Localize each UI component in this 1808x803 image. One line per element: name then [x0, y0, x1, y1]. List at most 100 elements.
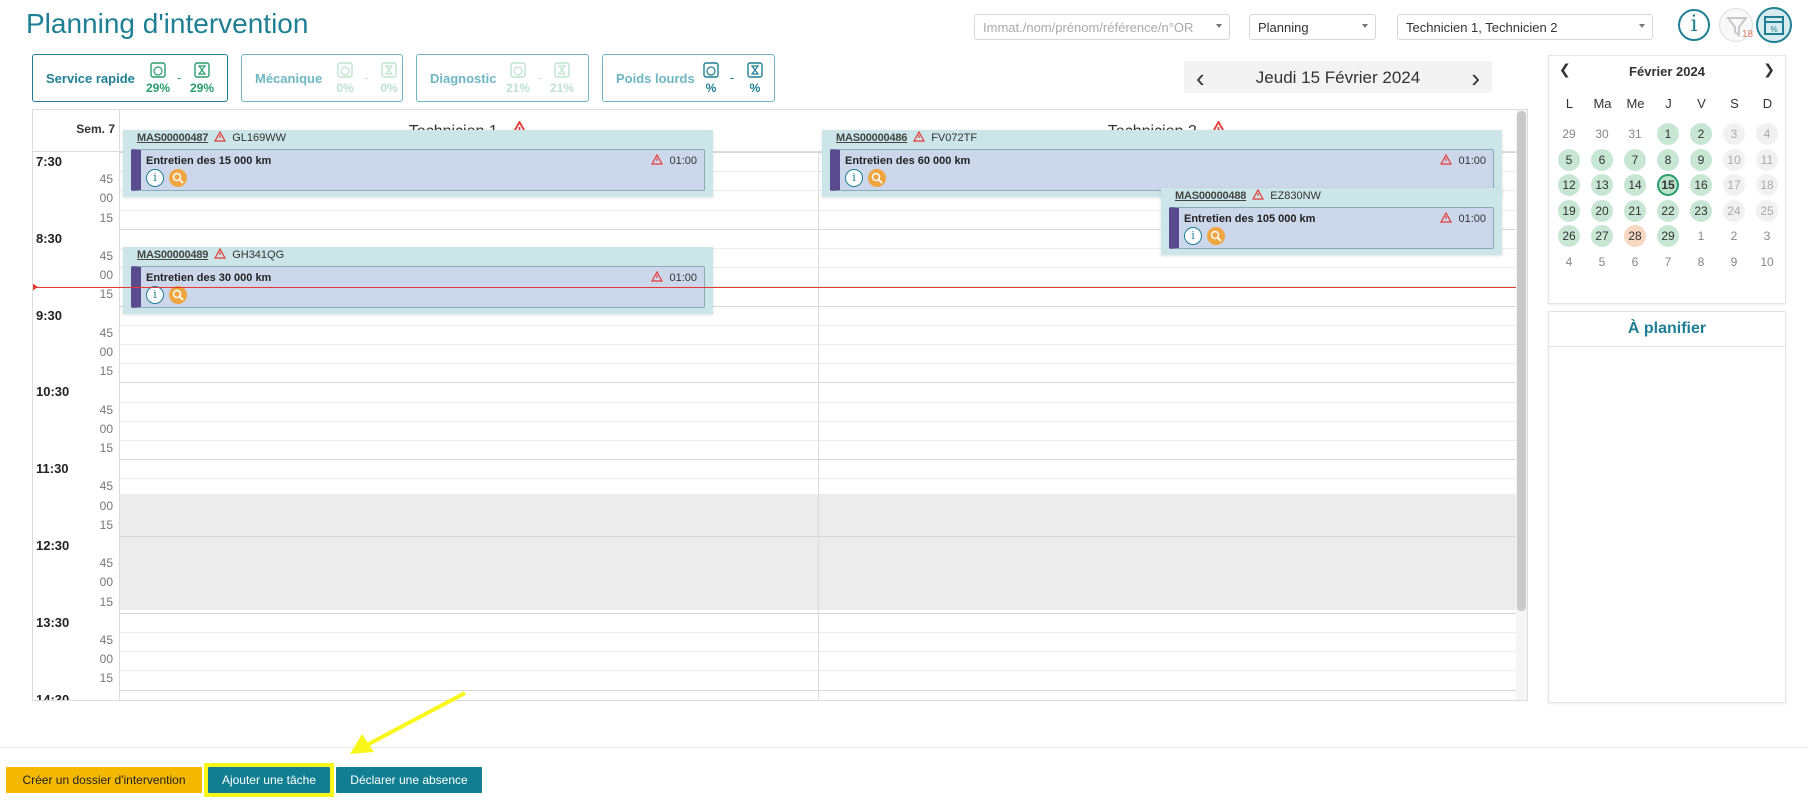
calendar-day[interactable]: 18 — [1756, 174, 1778, 196]
calendar-day[interactable]: 8 — [1657, 148, 1679, 171]
calendar-day[interactable]: 2 — [1690, 123, 1712, 145]
appointment-card[interactable]: MAS00000489 GH341QG Entretien des 30 000 k… — [123, 247, 713, 314]
calendar-day[interactable]: 29 — [1558, 123, 1580, 145]
calendar-day[interactable]: 7 — [1657, 251, 1679, 273]
stat-card[interactable]: Mécanique 0% 0% - — [241, 54, 403, 102]
calendar-day[interactable]: 10 — [1723, 148, 1745, 171]
appointment-card[interactable]: MAS00000487 GL169WW Entretien des 15 000 k… — [123, 130, 713, 197]
task-card[interactable]: Entretien des 60 000 km 01:00 i — [830, 149, 1494, 191]
task-card[interactable]: Entretien des 105 000 km 01:00 i — [1169, 207, 1494, 249]
info-icon[interactable]: i — [146, 286, 164, 304]
hour-label: 7:30 — [36, 154, 63, 169]
current-time-line — [33, 287, 1517, 288]
calendar-day[interactable]: 29 — [1657, 225, 1679, 247]
minute-label: 15 — [99, 517, 113, 532]
calendar-day[interactable]: 9 — [1723, 251, 1745, 273]
appointment-reference-link[interactable]: MAS00000488 — [1175, 190, 1246, 202]
calendar-day[interactable]: 19 — [1558, 199, 1580, 222]
calendar-day[interactable]: 4 — [1756, 123, 1778, 145]
calendar-next-month-button[interactable]: ❯ — [1763, 61, 1775, 78]
wrench-icon[interactable] — [1207, 227, 1225, 245]
calendar-day[interactable]: 1 — [1657, 123, 1679, 145]
calendar-day[interactable]: 27 — [1591, 225, 1613, 247]
calendar-day[interactable]: 7 — [1624, 148, 1646, 171]
technician-select[interactable]: Technicien 1, Technicien 2 — [1397, 14, 1653, 40]
filter-button[interactable]: 18 — [1719, 8, 1753, 42]
calendar-day[interactable]: 10 — [1756, 251, 1778, 273]
stat-card[interactable]: Diagnostic 21% 21% - — [416, 54, 589, 102]
wrench-icon[interactable] — [169, 286, 187, 304]
info-icon[interactable]: i — [845, 169, 863, 187]
task-duration-value: 01:00 — [1458, 155, 1486, 167]
calendar-day[interactable]: 28 — [1624, 225, 1646, 247]
to-schedule-title: À planifier — [1627, 320, 1707, 337]
task-title: Entretien des 30 000 km — [146, 272, 272, 284]
stat-card[interactable]: Poids lourds%% - — [602, 54, 775, 102]
calendar-day[interactable]: 15 — [1657, 174, 1679, 196]
calendar-day[interactable]: 30 — [1591, 123, 1613, 145]
calendar-day[interactable]: 12 — [1558, 174, 1580, 196]
info-icon[interactable]: i — [1184, 227, 1202, 245]
create-intervention-button[interactable]: Créer un dossier d'intervention — [6, 767, 202, 793]
calendar-day[interactable]: 17 — [1723, 174, 1745, 196]
appointment-card[interactable]: MAS00000488 EZ830NW Entretien des 105 000 … — [1161, 188, 1502, 255]
wrench-glyph-icon — [1210, 230, 1222, 242]
calendar-day[interactable]: 6 — [1591, 148, 1613, 171]
appointment-card[interactable]: MAS00000486 FV072TF Entretien des 60 000 k… — [822, 130, 1502, 197]
vehicle-plate: FV072TF — [931, 132, 978, 144]
appointment-reference-link[interactable]: MAS00000487 — [137, 132, 208, 144]
minute-label: 00 — [99, 345, 113, 359]
calendar-day[interactable]: 6 — [1624, 251, 1646, 273]
minute-label: 45 — [99, 325, 113, 340]
appointment-reference-link[interactable]: MAS00000486 — [836, 132, 907, 144]
gauge-icon — [510, 62, 526, 78]
minute-label: 15 — [99, 287, 113, 302]
info-icon[interactable]: i — [146, 169, 164, 187]
calendar-day[interactable]: 2 — [1723, 225, 1745, 247]
hour-label: 13:30 — [36, 614, 70, 630]
calendar-percent-button[interactable]: % — [1756, 7, 1792, 43]
highlight-box — [204, 763, 334, 797]
calendar-percent-icon: % — [1764, 16, 1784, 35]
calendar-day[interactable]: 14 — [1624, 174, 1646, 196]
calendar-day[interactable]: 16 — [1690, 174, 1712, 196]
calendar-day[interactable]: 26 — [1558, 225, 1580, 247]
appointment-reference-link[interactable]: MAS00000489 — [137, 249, 208, 261]
calendar-day[interactable]: 23 — [1690, 199, 1712, 222]
next-day-button[interactable]: › — [1471, 63, 1480, 94]
warning-icon — [1440, 153, 1453, 165]
declare-absence-button[interactable]: Déclarer une absence — [336, 767, 482, 793]
calendar-day[interactable]: 3 — [1756, 225, 1778, 247]
calendar-day[interactable]: 1 — [1690, 225, 1712, 247]
calendar-day[interactable]: 13 — [1591, 174, 1613, 196]
task-card[interactable]: Entretien des 15 000 km 01:00 i — [131, 149, 705, 191]
calendar-day[interactable]: 11 — [1756, 148, 1778, 171]
calendar-day[interactable]: 21 — [1624, 199, 1646, 222]
view-select[interactable]: Planning — [1249, 14, 1376, 40]
calendar-day[interactable]: 5 — [1591, 251, 1613, 273]
stat-card[interactable]: Service rapide 29% 29% - — [32, 54, 228, 102]
warning-icon — [913, 130, 926, 142]
minute-label: 00 — [99, 268, 113, 283]
search-input[interactable]: Immat./nom/prénom/référence/n°OR — [974, 14, 1230, 40]
calendar-day[interactable]: 4 — [1558, 251, 1580, 273]
calendar-day[interactable]: 9 — [1690, 148, 1712, 171]
calendar-day[interactable]: 22 — [1657, 199, 1679, 222]
calendar-day[interactable]: 3 — [1723, 123, 1745, 145]
calendar-day[interactable]: 8 — [1690, 251, 1712, 273]
minute-label: 45 — [99, 479, 113, 494]
calendar-day[interactable]: 20 — [1591, 199, 1613, 222]
search-placeholder: Immat./nom/prénom/référence/n°OR — [983, 20, 1194, 35]
minute-label: 00 — [99, 421, 113, 436]
wrench-icon[interactable] — [169, 169, 187, 187]
footer-divider — [0, 747, 1808, 748]
calendar-day[interactable]: 25 — [1756, 199, 1778, 222]
calendar-day[interactable]: 24 — [1723, 199, 1745, 222]
wrench-icon[interactable] — [868, 169, 886, 187]
calendar-day[interactable]: 5 — [1558, 148, 1580, 171]
info-button[interactable]: i — [1678, 9, 1710, 41]
stat-card-label: Service rapide — [46, 71, 135, 86]
calendar-day[interactable]: 31 — [1624, 123, 1646, 145]
vertical-scrollbar-thumb[interactable] — [1517, 111, 1526, 611]
weekday-label: V — [1697, 96, 1706, 111]
